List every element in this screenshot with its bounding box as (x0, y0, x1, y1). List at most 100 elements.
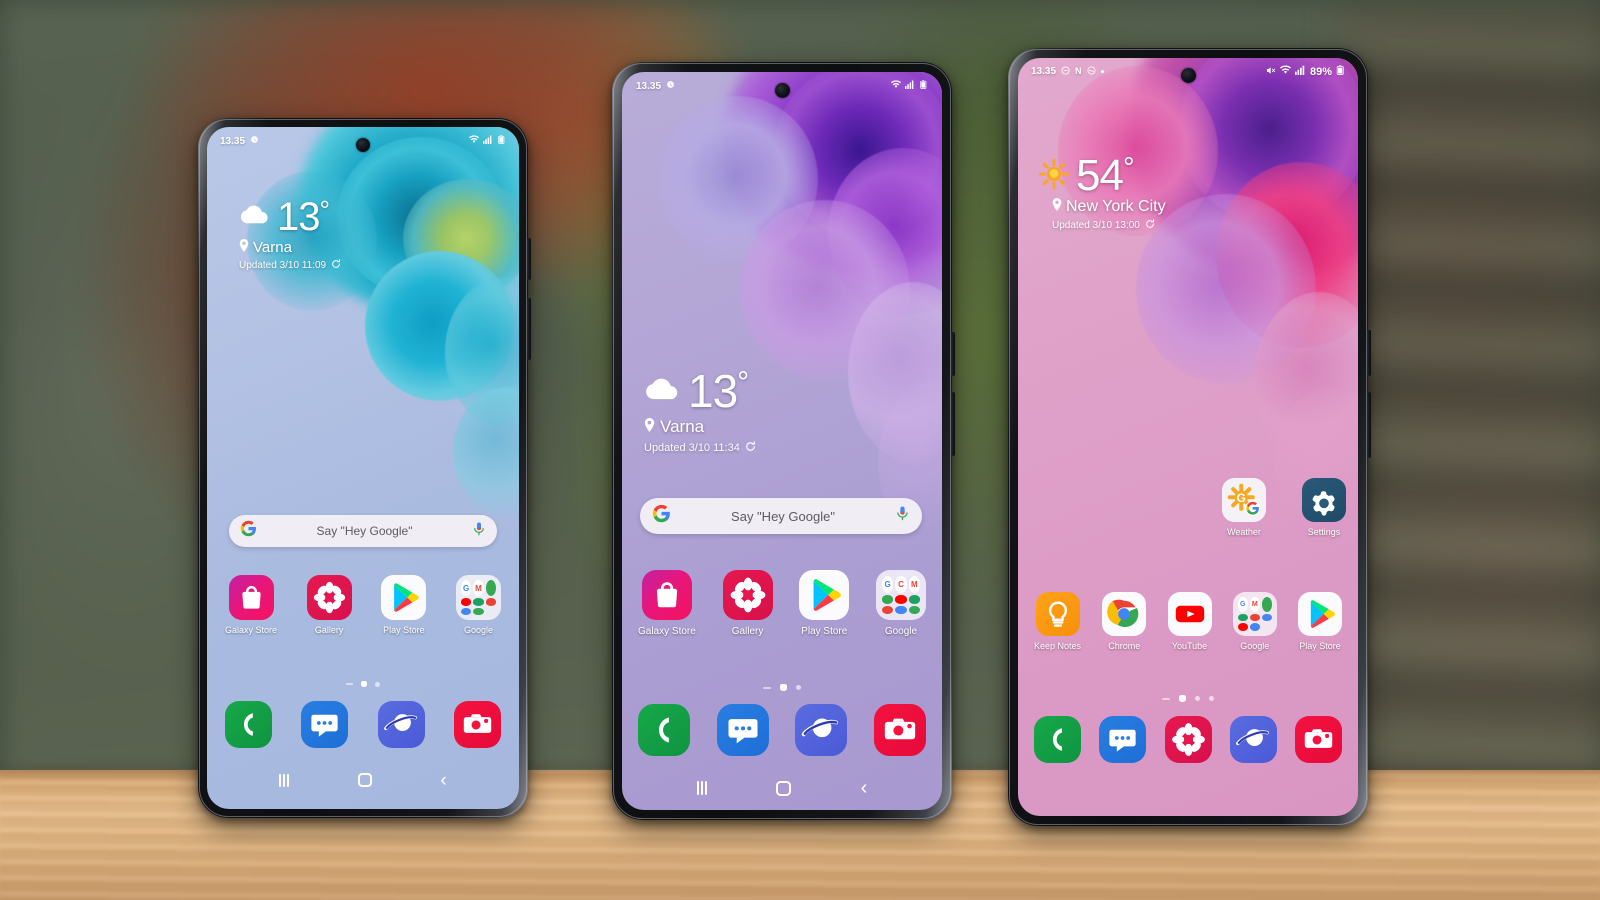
play-store-icon (799, 570, 850, 620)
app-google-folder[interactable]: G M Google (456, 575, 501, 635)
weather-updated: Updated 3/10 13:00 (1052, 219, 1166, 232)
signal-icon (483, 135, 493, 147)
phone-galaxy-s20-plus[interactable]: 13.35 13° Varna Updated 3/10 11:34 Say "… (612, 62, 955, 820)
refresh-icon[interactable] (745, 441, 756, 455)
weather-city-label: Varna (253, 239, 292, 256)
app-play-store[interactable]: Play Store (381, 575, 427, 635)
power-button[interactable] (527, 238, 531, 280)
google-g-icon: G (881, 576, 894, 594)
app-weather[interactable]: G Weather (1222, 478, 1266, 537)
galaxy-store-icon (641, 570, 692, 620)
page-indicator[interactable] (1162, 695, 1214, 702)
internet-icon[interactable] (1229, 716, 1277, 763)
battery-icon (919, 80, 928, 92)
messages-icon[interactable] (716, 704, 769, 756)
phone-screen[interactable]: 13.35 N 89% 54° New York City Updated 3/… (1018, 58, 1358, 816)
camera-icon[interactable] (1295, 716, 1342, 763)
internet-icon[interactable] (377, 701, 425, 748)
pin-icon (1052, 198, 1062, 216)
mute-icon (1266, 66, 1276, 78)
phone-icon[interactable] (638, 704, 690, 756)
page-dot (1162, 697, 1170, 700)
page-indicator[interactable] (346, 681, 380, 687)
app-settings[interactable]: Settings (1302, 478, 1346, 537)
back-icon[interactable]: ‹ (440, 771, 446, 790)
app-label: Google (463, 625, 494, 635)
navigation-bar: ‹ (207, 765, 519, 795)
weather-city: Varna (239, 239, 341, 256)
app-youtube[interactable]: YouTube (1167, 592, 1212, 651)
page-dot (375, 681, 380, 687)
app-gallery[interactable]: Gallery (306, 575, 352, 635)
app-google-folder[interactable]: G C M Google (875, 570, 926, 637)
signal-icon (905, 80, 915, 92)
app-label: Galaxy Store (225, 625, 278, 635)
phone-icon[interactable] (225, 701, 272, 748)
weather-temp-row: 54° (1038, 154, 1166, 198)
app-gallery[interactable]: Gallery (722, 570, 773, 637)
wifi-icon (469, 135, 479, 147)
app-google-folder[interactable]: G M Google (1232, 592, 1277, 651)
weather-widget[interactable]: 13° Varna Updated 3/10 11:09 (239, 197, 341, 272)
app-chrome[interactable]: Chrome (1102, 592, 1147, 651)
wifi-icon (891, 80, 901, 92)
meet-icon (461, 607, 472, 615)
app-galaxy-store[interactable]: Galaxy Store (638, 570, 696, 637)
weather-widget[interactable]: 54° New York City Updated 3/10 13:00 (1038, 154, 1166, 232)
dot-icon (1100, 70, 1104, 73)
app-play-store[interactable]: Play Store (799, 570, 850, 637)
back-icon[interactable]: ‹ (861, 778, 868, 798)
google-g-icon: G (1237, 597, 1248, 612)
duo-icon (1249, 623, 1260, 631)
volume-button[interactable] (527, 298, 531, 360)
status-bar-right (469, 135, 506, 147)
gallery-icon[interactable] (1164, 716, 1212, 763)
volume-button[interactable] (951, 392, 955, 456)
internet-icon[interactable] (795, 704, 848, 756)
power-button[interactable] (1367, 330, 1371, 376)
dnd-icon (1061, 65, 1070, 78)
app-keep-notes[interactable]: Keep Notes (1034, 592, 1081, 651)
recents-icon[interactable] (279, 773, 290, 787)
home-icon[interactable] (776, 780, 792, 796)
status-time: 13.35 (1031, 66, 1057, 77)
photo-scene: 13.35 13° Varna Updated 3/10 11:09 Say "… (0, 0, 1600, 900)
messages-icon[interactable] (1099, 716, 1147, 763)
phone-galaxy-s20[interactable]: 13.35 13° Varna Updated 3/10 11:09 Say "… (198, 118, 531, 818)
phone-icon[interactable] (1034, 716, 1081, 763)
status-bar-left: 13.35 N (1031, 65, 1104, 78)
google-search-placeholder: Say "Hey Google" (316, 524, 413, 538)
page-dot-home (1179, 695, 1186, 702)
phone-screen[interactable]: 13.35 (207, 127, 519, 809)
camera-icon[interactable] (453, 701, 501, 748)
background-wood-panel (1340, 0, 1600, 790)
home-widget-row: G Weather Settings (1222, 478, 1346, 537)
refresh-icon[interactable] (1145, 219, 1155, 232)
battery-percent-label: 89% (1309, 65, 1332, 78)
youtube-icon (1167, 592, 1212, 636)
google-search-bar[interactable]: Say "Hey Google" (640, 498, 922, 534)
camera-icon[interactable] (873, 704, 926, 756)
weather-widget[interactable]: 13° Varna Updated 3/10 11:34 (644, 368, 756, 455)
microphone-icon[interactable] (895, 505, 910, 527)
meet-icon (1261, 613, 1272, 622)
phone-screen[interactable]: 13.35 (622, 72, 942, 810)
weather-temp-row: 13° (644, 368, 756, 414)
settings-gear-icon (1302, 478, 1346, 522)
app-label: Chrome (1108, 641, 1141, 651)
status-bar-left: 13.35 (636, 80, 675, 92)
messages-icon[interactable] (301, 701, 349, 748)
gmail-icon: M (1249, 597, 1260, 612)
sun-icon (1038, 158, 1070, 195)
home-icon[interactable] (357, 773, 372, 787)
app-play-store[interactable]: Play Store (1297, 592, 1342, 651)
phone-galaxy-s20-ultra[interactable]: 13.35 N 89% 54° New York City Updated 3/… (1008, 48, 1371, 826)
power-button[interactable] (951, 332, 955, 376)
app-galaxy-store[interactable]: Galaxy Store (225, 575, 277, 635)
google-search-bar[interactable]: Say "Hey Google" (229, 515, 497, 547)
refresh-icon[interactable] (331, 259, 341, 272)
microphone-icon[interactable] (472, 521, 486, 542)
recents-icon[interactable] (696, 781, 707, 795)
page-indicator[interactable] (763, 684, 801, 691)
volume-button[interactable] (1367, 392, 1371, 458)
